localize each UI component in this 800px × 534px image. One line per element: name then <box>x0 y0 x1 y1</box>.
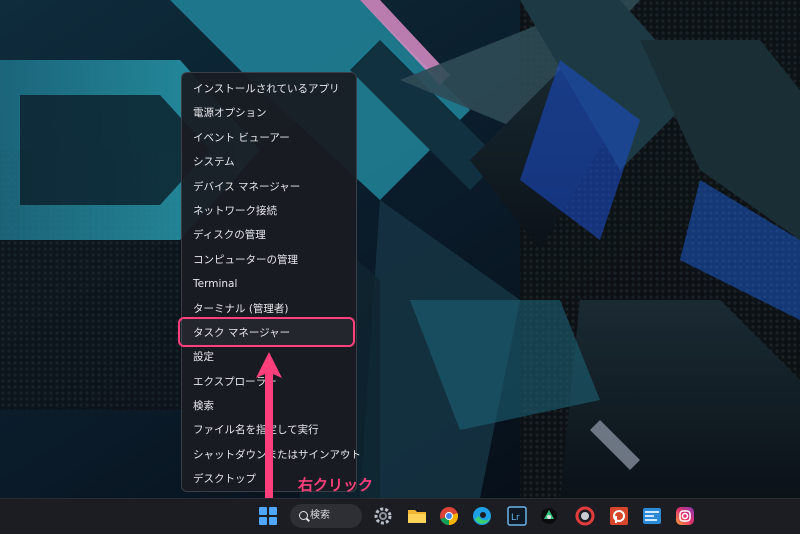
menu-item-installed-apps[interactable]: インストールされているアプリ <box>182 77 356 101</box>
start-button[interactable] <box>259 507 277 525</box>
task-manager-highlight <box>178 317 355 347</box>
powerpoint-icon[interactable] <box>608 505 630 527</box>
lightroom-icon[interactable]: Lr <box>506 505 528 527</box>
menu-item-label: ディスクの管理 <box>193 229 266 242</box>
menu-item-label: デバイス マネージャー <box>193 180 301 193</box>
menu-item-event-viewer[interactable]: イベント ビューアー <box>182 126 356 150</box>
settings-icon[interactable] <box>372 505 394 527</box>
menu-item-label: システム <box>193 156 235 169</box>
menu-item-system[interactable]: システム <box>182 150 356 174</box>
right-click-annotation: 右クリック <box>298 476 374 494</box>
edge-icon[interactable] <box>471 505 493 527</box>
chrome-icon[interactable] <box>438 505 460 527</box>
desktop-wallpaper <box>0 0 800 498</box>
app-icon[interactable] <box>574 505 596 527</box>
menu-item-label: 設定 <box>193 351 214 364</box>
menu-item-label: 検索 <box>193 400 214 413</box>
menu-item-computer-management[interactable]: コンピューターの管理 <box>182 248 356 272</box>
menu-item-terminal[interactable]: Terminal <box>182 272 356 296</box>
svg-text:Lr: Lr <box>511 513 520 523</box>
menu-item-disk-management[interactable]: ディスクの管理 <box>182 223 356 247</box>
arrow-up-icon <box>256 352 282 502</box>
menu-item-device-manager[interactable]: デバイス マネージャー <box>182 175 356 199</box>
taskbar-search-box[interactable]: 検索 <box>290 504 362 528</box>
file-explorer-icon[interactable] <box>406 505 428 527</box>
search-icon <box>299 511 308 520</box>
menu-item-label: インストールされているアプリ <box>193 83 340 95</box>
menu-item-label: 電源オプション <box>193 107 267 120</box>
menu-item-power-options[interactable]: 電源オプション <box>182 101 356 125</box>
menu-item-network-connections[interactable]: ネットワーク接続 <box>182 199 356 223</box>
code-icon[interactable] <box>641 505 663 527</box>
menu-item-label: Terminal <box>193 278 238 291</box>
menu-item-label: コンピューターの管理 <box>193 253 298 266</box>
search-label: 検索 <box>310 510 330 521</box>
instagram-icon[interactable] <box>674 505 696 527</box>
windows-logo-icon <box>259 507 267 515</box>
menu-item-label: デスクトップ <box>193 473 256 486</box>
menu-item-label: イベント ビューアー <box>193 131 290 144</box>
chevron-right-icon: › <box>342 448 346 460</box>
app-icon[interactable] <box>538 505 560 527</box>
menu-item-label: ターミナル (管理者) <box>193 302 289 315</box>
menu-item-label: ネットワーク接続 <box>193 204 277 217</box>
